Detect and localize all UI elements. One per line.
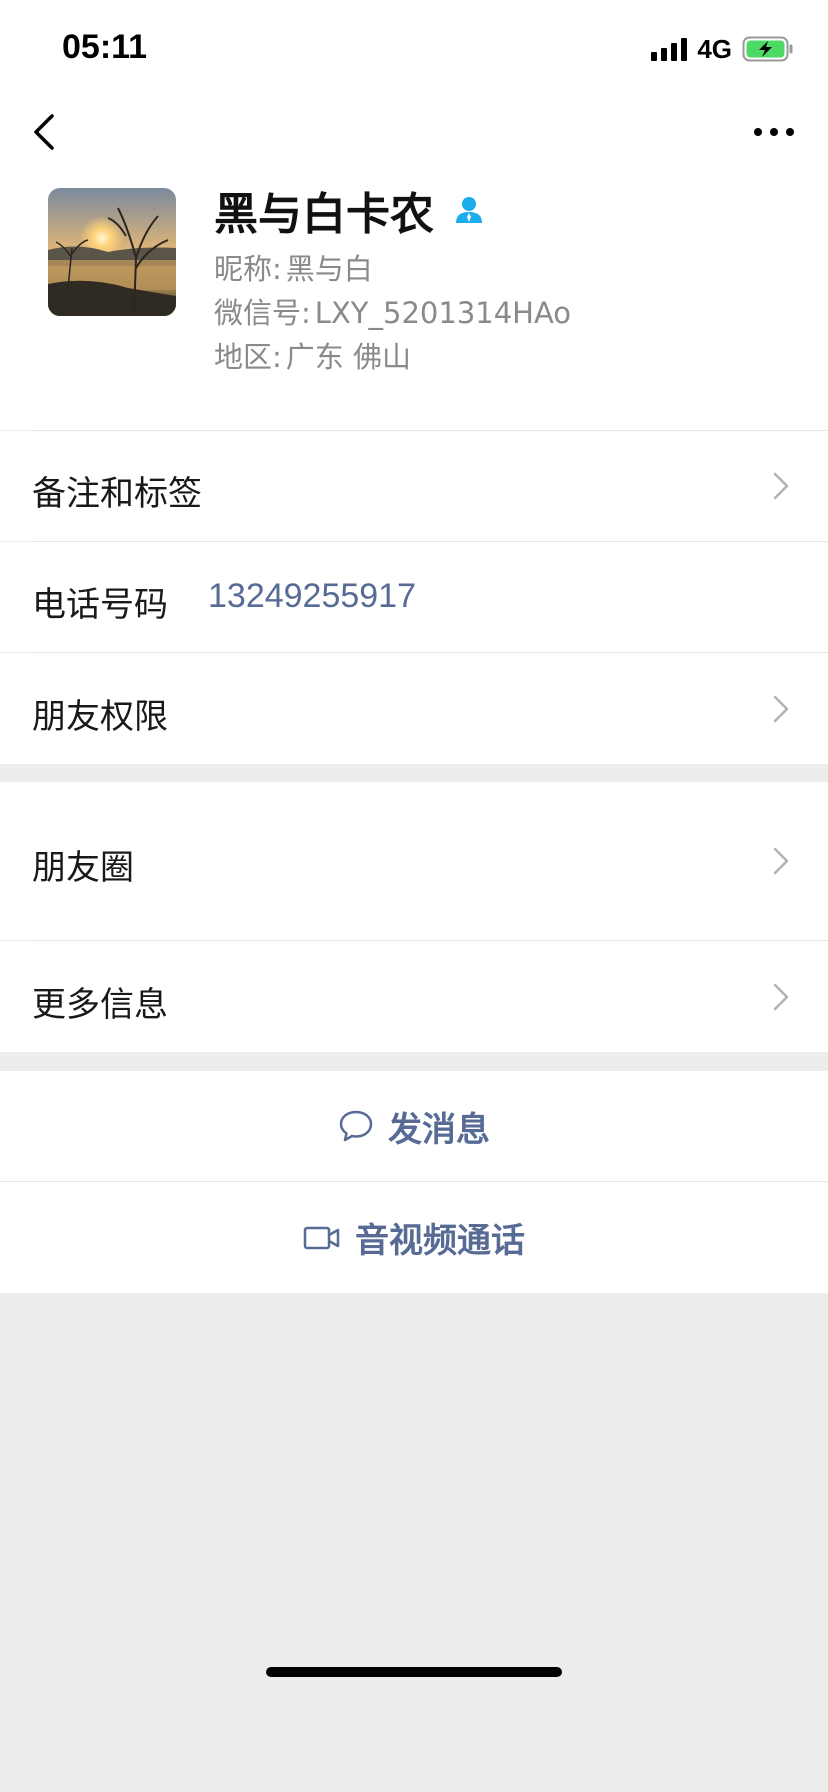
- status-bar: 05:11 4G: [0, 0, 828, 100]
- moments-row[interactable]: 朋友圈: [0, 782, 828, 940]
- signal-icon: [651, 37, 688, 61]
- wechat-id-line: 微信号: LXY_5201314HAo: [214, 290, 571, 332]
- chevron-right-icon: [773, 847, 789, 875]
- contact-person-icon: [456, 197, 482, 223]
- phone-label: 电话号码: [32, 585, 168, 625]
- nickname-label: 昵称:: [214, 252, 282, 286]
- contact-name: 黑与白卡农: [214, 189, 434, 240]
- nickname-value: 黑与白: [285, 252, 373, 286]
- more-info-row[interactable]: 更多信息: [0, 941, 828, 1052]
- phone-row[interactable]: 电话号码 13249255917: [0, 542, 828, 652]
- region-label: 地区:: [214, 340, 282, 374]
- chevron-right-icon: [773, 983, 789, 1011]
- friend-permissions-row[interactable]: 朋友权限: [0, 653, 828, 764]
- ellipsis-icon[interactable]: [750, 122, 798, 142]
- region-line: 地区: 广东 佛山: [214, 334, 411, 376]
- chat-bubble-icon: [339, 1110, 373, 1142]
- video-call-button[interactable]: 音视频通话: [0, 1182, 828, 1293]
- battery-charging-icon: [742, 36, 793, 62]
- avatar-sunset-image: [48, 188, 176, 316]
- chevron-left-icon[interactable]: [26, 110, 66, 154]
- more-info-label: 更多信息: [32, 985, 168, 1025]
- home-indicator[interactable]: [266, 1667, 562, 1677]
- remarks-tags-row[interactable]: 备注和标签: [0, 431, 828, 541]
- wechat-id-label: 微信号:: [214, 296, 311, 330]
- status-indicators: 4G: [651, 34, 794, 64]
- chevron-right-icon: [773, 472, 789, 500]
- send-message-button[interactable]: 发消息: [0, 1071, 828, 1181]
- send-message-label: 发消息: [388, 1109, 490, 1150]
- wechat-id-value: LXY_5201314HAo: [314, 296, 572, 330]
- moments-label: 朋友圈: [32, 848, 134, 888]
- nickname-line: 昵称: 黑与白: [214, 246, 373, 288]
- video-call-label: 音视频通话: [355, 1221, 525, 1261]
- avatar[interactable]: [48, 188, 176, 316]
- profile-name-row: 黑与白卡农: [214, 178, 484, 242]
- region-value: 广东 佛山: [285, 340, 411, 374]
- chevron-right-icon: [773, 695, 789, 723]
- phone-number-link[interactable]: 13249255917: [208, 577, 416, 616]
- network-label: 4G: [697, 33, 732, 64]
- profile-header: 黑与白卡农 昵称: 黑与白 微信号: LXY_5201314HAo 地区: 广东 佛山: [0, 164, 828, 430]
- friend-permissions-label: 朋友权限: [32, 697, 168, 737]
- video-camera-icon: [303, 1226, 340, 1249]
- remarks-tags-label: 备注和标签: [32, 474, 202, 514]
- nav-bar: [0, 100, 828, 164]
- status-time: 05:11: [62, 28, 148, 66]
